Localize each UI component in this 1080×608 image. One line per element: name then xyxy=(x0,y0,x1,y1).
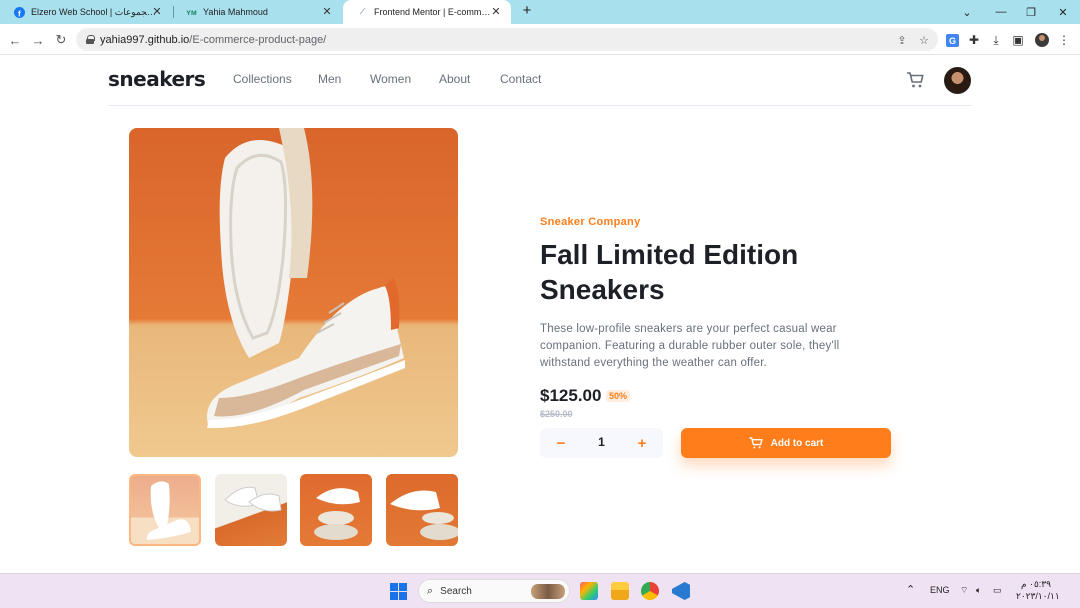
battery-icon[interactable]: ▭ xyxy=(993,585,1002,596)
cart-icon[interactable] xyxy=(906,71,924,89)
svg-text:f: f xyxy=(18,9,21,18)
thumbnail-shoe-image xyxy=(224,486,282,512)
main-product-image[interactable] xyxy=(129,128,458,457)
thumbnail-2[interactable] xyxy=(215,474,287,546)
site-logo[interactable]: sneakers xyxy=(108,67,206,91)
thumbnail-shoe-image xyxy=(146,481,191,540)
minimize-icon[interactable]: — xyxy=(984,0,1018,24)
url-host: yahia997.github.io xyxy=(100,33,190,46)
file-explorer-icon[interactable] xyxy=(611,582,629,600)
tab-close-icon[interactable]: ✕ xyxy=(150,5,164,19)
search-highlight-image xyxy=(531,584,565,599)
cart-icon xyxy=(749,437,763,449)
plus-icon[interactable]: + xyxy=(632,433,652,453)
product-page: sneakers Collections Men Women About Con… xyxy=(0,55,1080,573)
current-price: $125.00 xyxy=(540,386,602,405)
add-to-cart-label: Add to cart xyxy=(770,437,824,449)
nav-collections[interactable]: Collections xyxy=(233,72,292,86)
bookmark-star-icon[interactable]: ☆ xyxy=(916,32,932,48)
chrome-menu-icon[interactable]: ⋮ xyxy=(1054,30,1074,50)
system-clock[interactable]: ٠٥:٣٩ م ٢٠٢٣/١٠/١١ xyxy=(1016,578,1060,602)
tab-search-chevron-icon[interactable]: ⌄ xyxy=(950,0,984,24)
site-header: sneakers Collections Men Women About Con… xyxy=(108,55,972,106)
user-avatar[interactable] xyxy=(944,67,971,94)
thumbnail-4[interactable] xyxy=(386,474,458,546)
tab-close-icon[interactable]: ✕ xyxy=(489,5,503,19)
url-path: /E-commerce-product-page/ xyxy=(189,33,327,46)
tab-title: Elzero Web School | المجموعات | xyxy=(31,6,157,17)
translate-icon[interactable]: G xyxy=(942,30,962,50)
nav-contact[interactable]: Contact xyxy=(500,72,541,86)
new-tab-icon[interactable]: + xyxy=(518,2,536,19)
chrome-app-icon[interactable] xyxy=(641,582,659,600)
address-bar[interactable]: yahia997.github.io/E-commerce-product-pa… xyxy=(76,28,938,51)
windows-taskbar: ⌕ Search ⌃ ENG ⌔ 🔈︎ ▭ ٠٥:٣٩ م ٢٠٢٣/١٠/١١ xyxy=(0,573,1080,608)
reload-icon[interactable]: ↻ xyxy=(51,30,71,50)
wifi-icon[interactable]: ⌔ xyxy=(960,585,968,596)
windows-start-icon[interactable] xyxy=(390,583,407,600)
tab-title: Frontend Mentor | E-commerce xyxy=(374,7,492,17)
nav-about[interactable]: About xyxy=(439,72,470,86)
thumbnail-1[interactable] xyxy=(129,474,201,546)
discount-badge: 50% xyxy=(606,390,631,402)
back-icon[interactable]: ← xyxy=(5,30,25,50)
lock-icon xyxy=(86,35,95,44)
company-name: Sneaker Company xyxy=(540,216,641,228)
quantity-stepper: − 1 + xyxy=(540,428,663,458)
clock-date: ٢٠٢٣/١٠/١١ xyxy=(1016,591,1060,601)
copilot-app-icon[interactable] xyxy=(580,582,598,600)
extensions-puzzle-icon[interactable]: ✚ xyxy=(964,30,984,50)
search-icon: ⌕ xyxy=(427,584,434,597)
side-panel-icon[interactable]: ▣ xyxy=(1008,30,1028,50)
download-icon[interactable]: ⤓ xyxy=(986,30,1006,50)
profile-avatar-icon[interactable] xyxy=(1032,30,1052,50)
taskbar-search-label: Search xyxy=(440,585,472,597)
svg-text:G: G xyxy=(949,36,956,46)
browser-tab-strip: f Elzero Web School | المجموعات | ✕ ʏᴍ Y… xyxy=(0,0,1080,24)
tab-frontend-mentor[interactable]: ⟋ Frontend Mentor | E-commerce ✕ xyxy=(343,0,511,24)
thumbnail-3[interactable] xyxy=(300,474,372,546)
tab-elzero[interactable]: f Elzero Web School | المجموعات | ✕ xyxy=(0,0,172,24)
vscode-app-icon[interactable] xyxy=(672,582,690,600)
tab-yahia-mahmoud[interactable]: ʏᴍ Yahia Mahmoud ✕ xyxy=(172,0,342,24)
share-icon[interactable]: ⇪ xyxy=(894,32,910,48)
thumbnail-shoe-image xyxy=(314,488,360,540)
product-description: These low-profile sneakers are your perf… xyxy=(540,323,840,369)
nav-women[interactable]: Women xyxy=(370,72,411,86)
frontend-mentor-icon: ⟋ xyxy=(359,7,366,16)
add-to-cart-button[interactable]: Add to cart xyxy=(681,428,891,458)
tab-title: Yahia Mahmoud xyxy=(203,7,268,17)
ym-logo-icon: ʏᴍ xyxy=(186,7,197,17)
nav-men[interactable]: Men xyxy=(318,72,341,86)
restore-icon[interactable]: ❐ xyxy=(1014,0,1048,24)
close-window-icon[interactable]: ✕ xyxy=(1046,0,1080,24)
original-price: $250.00 xyxy=(540,409,573,419)
thumbnail-shoe-image xyxy=(390,490,458,540)
clock-time: ٠٥:٣٩ م xyxy=(1021,579,1051,589)
product-title: Fall Limited Edition Sneakers xyxy=(540,239,799,305)
sneaker-illustration xyxy=(207,128,405,429)
language-indicator[interactable]: ENG xyxy=(930,585,950,595)
show-hidden-icons-chevron-icon[interactable]: ⌃ xyxy=(906,583,915,596)
tab-close-icon[interactable]: ✕ xyxy=(320,5,334,19)
forward-icon[interactable]: → xyxy=(28,30,48,50)
facebook-icon: f xyxy=(14,6,25,18)
volume-icon[interactable]: 🔈︎ xyxy=(976,585,981,596)
taskbar-search[interactable]: ⌕ Search xyxy=(418,579,570,603)
browser-toolbar: ← → ↻ yahia997.github.io/E-commerce-prod… xyxy=(0,24,1080,55)
